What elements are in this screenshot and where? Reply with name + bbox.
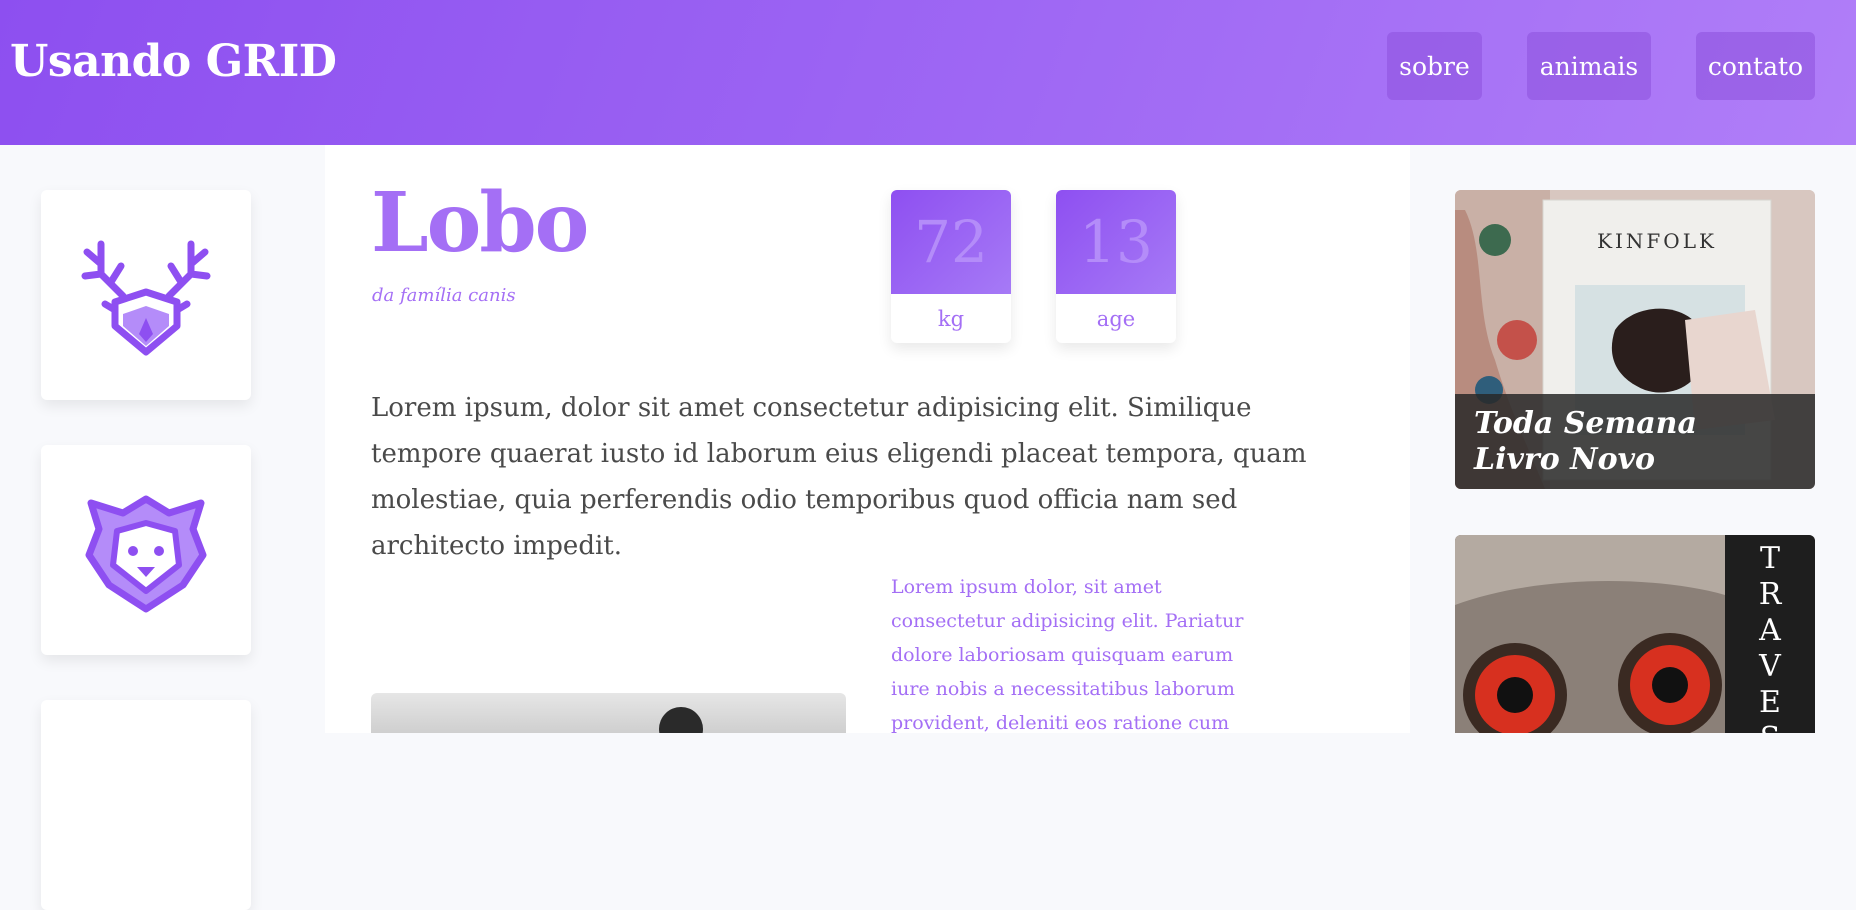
stat-weight: 72 kg xyxy=(891,190,1011,343)
deer-icon xyxy=(71,218,221,372)
animal-card-third[interactable] xyxy=(41,700,251,910)
side-note: Lorem ipsum dolor, sit amet consectetur … xyxy=(891,576,1244,734)
promo-caption: Toda Semana Livro Novo xyxy=(1455,394,1815,489)
animal-card-deer[interactable] xyxy=(41,190,251,400)
owl-letter: T xyxy=(1759,541,1780,576)
owl-title-strip: T R A V E S xyxy=(1725,535,1815,733)
stat-weight-value: 72 xyxy=(891,190,1011,294)
stat-age-label: age xyxy=(1096,306,1136,331)
animal-family: da família canis xyxy=(372,285,516,306)
wolf-image xyxy=(371,693,846,733)
animal-card-lion[interactable] xyxy=(41,445,251,655)
promo-book[interactable]: KINFOLK Toda Semana Livro Novo xyxy=(1455,190,1815,489)
promo-caption-line2: Livro Novo xyxy=(1474,442,1656,477)
owl-letter: S xyxy=(1725,721,1815,733)
nav-animais[interactable]: animais xyxy=(1527,32,1651,100)
animal-description: Lorem ipsum, dolor sit amet consectetur … xyxy=(371,393,1307,561)
nav-sobre[interactable]: sobre xyxy=(1387,32,1482,100)
stat-age: 13 age xyxy=(1056,190,1176,343)
stat-age-value: 13 xyxy=(1056,190,1176,294)
promo-owl[interactable]: T R A V E S xyxy=(1455,535,1815,733)
stat-weight-label: kg xyxy=(937,306,965,331)
promo-caption-line1: Toda Semana xyxy=(1474,406,1697,441)
owl-letter: V xyxy=(1759,649,1781,684)
animal-name: Lobo xyxy=(371,175,589,271)
owl-letter: A xyxy=(1759,613,1781,648)
header: Usando GRID sobre animais contato xyxy=(0,0,1856,145)
owl-letter: R xyxy=(1758,577,1782,612)
lion-icon xyxy=(71,473,221,627)
owl-letter: E xyxy=(1759,685,1781,720)
nav-contato[interactable]: contato xyxy=(1696,32,1815,100)
kinfolk-cover-text: KINFOLK xyxy=(1597,229,1717,253)
brand-title[interactable]: Usando GRID xyxy=(10,36,337,87)
